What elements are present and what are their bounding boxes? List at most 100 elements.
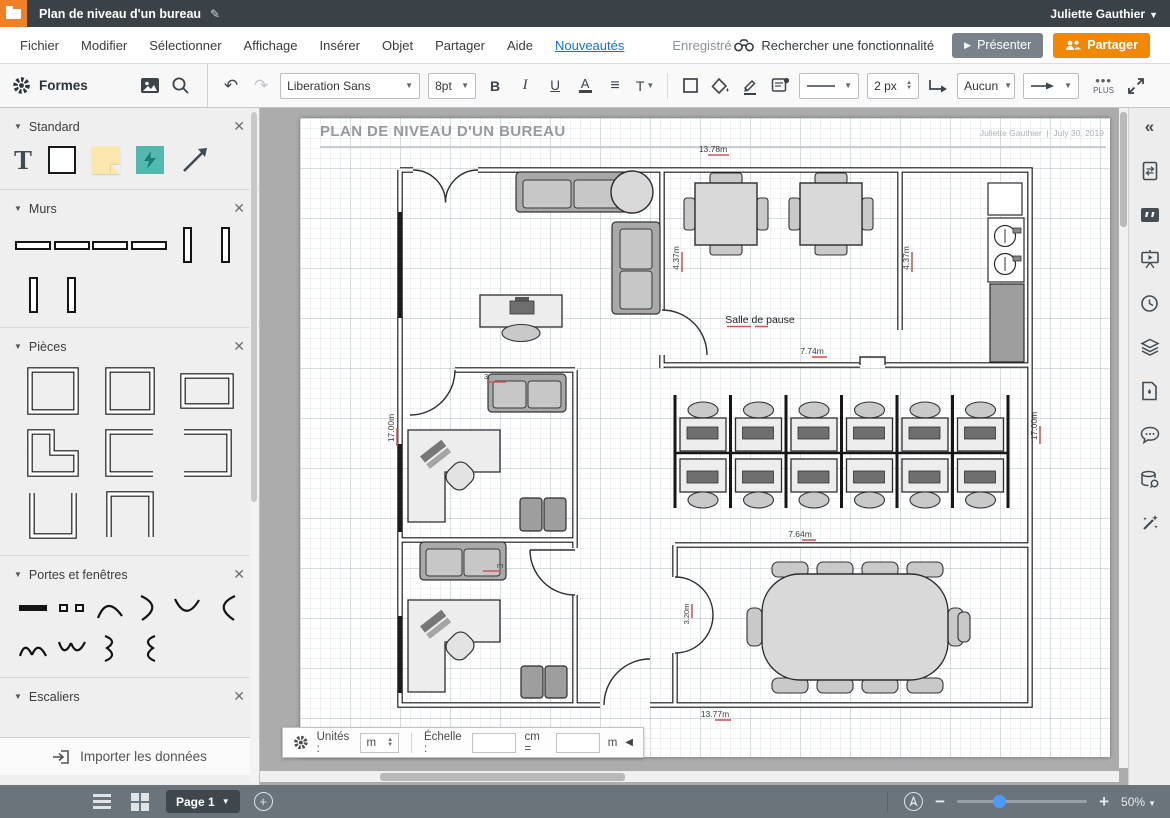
guest-chair[interactable] [544,498,566,531]
shape-bifold-left[interactable] [133,633,165,663]
shape-window[interactable] [56,593,88,623]
shape-room-C-reverse[interactable] [178,427,236,479]
shape-wall-h[interactable] [131,241,167,250]
scale-cm-input[interactable] [472,733,516,753]
stroke-width-stepper[interactable]: 2 px▲▼ [867,73,919,99]
shape-style-button[interactable] [678,72,702,100]
menu-aide[interactable]: Aide [507,38,533,53]
font-family-select[interactable]: Liberation Sans▼ [280,73,420,99]
menu-inserer[interactable]: Insérer [320,38,360,53]
user-menu[interactable]: Juliette Gauthier▼ [1050,7,1158,21]
break-table[interactable] [789,173,873,255]
office-1[interactable] [408,374,566,531]
line-start-select[interactable]: Aucun▼ [957,73,1015,99]
insert-image-button[interactable] [138,72,162,100]
canvas-vertical-scrollbar[interactable] [1119,108,1128,768]
add-page-button[interactable]: + [254,792,273,811]
shape-wall-v[interactable] [67,277,76,313]
close-section-icon[interactable]: ✕ [233,566,245,583]
cubicle[interactable] [958,402,1004,508]
break-table[interactable] [684,173,768,255]
page-list-button[interactable] [90,791,114,813]
line-style-select[interactable]: ▼ [799,73,859,99]
cubicle[interactable] [680,402,726,508]
fill-color-button[interactable] [708,72,732,100]
cabinet[interactable] [988,183,1022,215]
shape-rectangle[interactable] [48,146,76,174]
reset-view-button[interactable] [904,792,923,811]
floor-plan[interactable]: Salle de pause [300,118,1110,757]
collapse-triangle-icon[interactable]: ▼ [14,692,22,701]
scrollbar-thumb[interactable] [1120,112,1127,227]
conference-double-door[interactable] [675,577,713,653]
zoom-level[interactable]: 50%▼ [1121,795,1156,809]
close-section-icon[interactable]: ✕ [233,118,245,135]
reception-desk[interactable] [480,295,562,342]
shape-room-rect[interactable] [178,365,236,417]
bold-button[interactable]: B [483,72,507,100]
page[interactable]: PLAN DE NIVEAU D'UN BUREAU Juliette Gaut… [300,118,1110,757]
breakroom-door[interactable] [662,310,707,355]
menu-affichage[interactable]: Affichage [244,38,298,53]
home-folder-button[interactable] [0,0,27,27]
canvas[interactable]: PLAN DE NIVEAU D'UN BUREAU Juliette Gaut… [260,108,1128,785]
office-2[interactable] [408,542,567,698]
shape-door-up[interactable] [94,593,126,623]
layers-button[interactable] [1138,336,1162,358]
scrollbar-thumb[interactable] [380,773,625,781]
shape-room-square2[interactable] [101,365,159,417]
history-button[interactable] [1138,292,1162,314]
scrollbar-thumb[interactable] [251,112,257,502]
office2-door[interactable] [530,550,575,595]
shape-wall-h[interactable] [54,241,90,250]
units-select[interactable]: m▲▼ [360,733,399,753]
settings-gear-icon[interactable] [293,734,309,751]
shape-search-button[interactable] [168,72,192,100]
cubicle[interactable] [847,402,893,508]
data-linking-button[interactable] [1138,468,1162,490]
collapse-triangle-icon[interactable]: ▼ [14,204,22,213]
fullscreen-button[interactable] [1124,72,1148,100]
guest-chair[interactable] [520,498,542,531]
window-segment[interactable] [398,444,403,532]
menu-objet[interactable]: Objet [382,38,413,53]
scale-m-input[interactable] [556,733,600,753]
notes-button[interactable] [1138,204,1162,226]
room-label[interactable]: Salle de pause [725,314,795,326]
magic-wand-button[interactable] [1138,512,1162,534]
break-room[interactable]: Salle de pause [684,173,873,327]
counter[interactable] [990,284,1024,362]
collapse-panel-button[interactable]: « [1138,116,1162,138]
shape-arrow[interactable] [180,145,210,175]
round-table[interactable] [611,171,653,213]
import-data-button[interactable]: Importer les données [0,737,259,775]
shape-double-door-up[interactable] [17,633,49,663]
shape-wall-v[interactable] [183,227,192,263]
reception-area[interactable] [480,171,660,342]
shape-room-U-inverted[interactable] [101,489,159,541]
shape-bifold-right[interactable] [94,633,126,663]
zoom-in-button[interactable]: + [1099,792,1109,812]
close-section-icon[interactable]: ✕ [233,338,245,355]
sofa[interactable] [488,374,566,412]
window-segment[interactable] [398,212,403,318]
conference-table[interactable] [762,574,948,680]
align-button[interactable]: ≡ [603,72,627,100]
shape-wall-h[interactable] [92,241,128,250]
cubicle[interactable] [902,402,948,508]
italic-button[interactable]: I [513,72,537,100]
menu-nouveautes[interactable]: Nouveautés [555,38,624,53]
presentation-button[interactable] [1138,248,1162,270]
conference-room[interactable] [747,562,970,693]
shape-door-left[interactable] [210,593,242,623]
cubicle[interactable] [791,402,837,508]
close-section-icon[interactable]: ✕ [233,688,245,705]
shape-room-U[interactable] [24,489,82,541]
stepper-arrows-icon[interactable]: ▲▼ [906,81,912,91]
zoom-slider[interactable] [957,800,1087,803]
present-button[interactable]: ▶Présenter [952,33,1043,58]
page-selector[interactable]: Page 1▼ [166,790,240,813]
shape-door-down[interactable] [171,593,203,623]
guest-chair[interactable] [545,666,567,698]
collapse-units-bar[interactable]: ◀ [625,737,633,748]
